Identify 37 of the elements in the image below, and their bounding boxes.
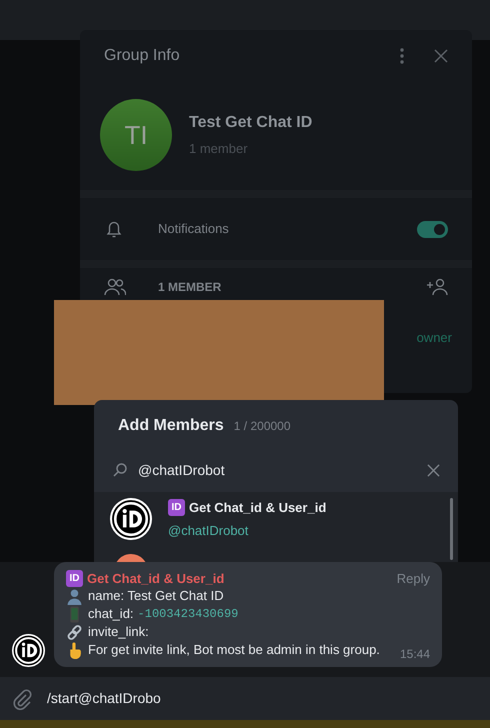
person-icon (66, 588, 83, 604)
close-icon[interactable] (434, 49, 448, 63)
message-line: chat_id: (88, 605, 134, 624)
more-options-icon[interactable] (400, 48, 404, 64)
paperclip-icon[interactable] (12, 688, 32, 710)
message-line: invite_link: (88, 623, 149, 642)
dialog-title: Add Members (118, 416, 224, 436)
link-icon (66, 624, 83, 640)
members-heading: 1 MEMBER (158, 279, 222, 296)
id-logo-avatar (110, 498, 152, 540)
member-count: 1 member (189, 140, 249, 158)
message-line: name: Test Get Chat ID (88, 587, 224, 606)
member-role: owner (416, 329, 452, 347)
chat-id-value: -1003423430699 (138, 606, 238, 623)
sender-name: Get Chat_id & User_id (87, 570, 226, 588)
id-emoji-badge: ID (168, 499, 185, 516)
notifications-toggle[interactable] (417, 220, 448, 238)
panel-title: Group Info (104, 46, 181, 66)
clear-icon[interactable] (427, 464, 440, 476)
scrollbar (450, 498, 453, 560)
contact-handle: @chatIDrobot (168, 522, 250, 540)
id-logo-avatar (12, 634, 45, 667)
selection-count: 1 / 200000 (234, 418, 291, 435)
group-name: Test Get Chat ID (189, 113, 312, 134)
message-line: For get invite link, Bot most be admin in this group. (88, 641, 380, 660)
message-time: 15:44 (400, 646, 430, 663)
message-composer[interactable]: /start@chatIDrobo (0, 677, 490, 720)
people-icon (104, 277, 126, 297)
add-member-icon[interactable] (426, 277, 448, 297)
group-avatar: TI (100, 99, 172, 171)
search-field[interactable]: @chatIDrobot (138, 460, 427, 480)
bell-icon (104, 219, 124, 239)
id-emoji-badge: ID (66, 570, 83, 587)
search-icon (112, 462, 128, 478)
message-input[interactable]: /start@chatIDrobo (47, 688, 478, 709)
notifications-label: Notifications (158, 220, 230, 238)
contact-name: Get Chat_id & User_id (189, 499, 326, 517)
